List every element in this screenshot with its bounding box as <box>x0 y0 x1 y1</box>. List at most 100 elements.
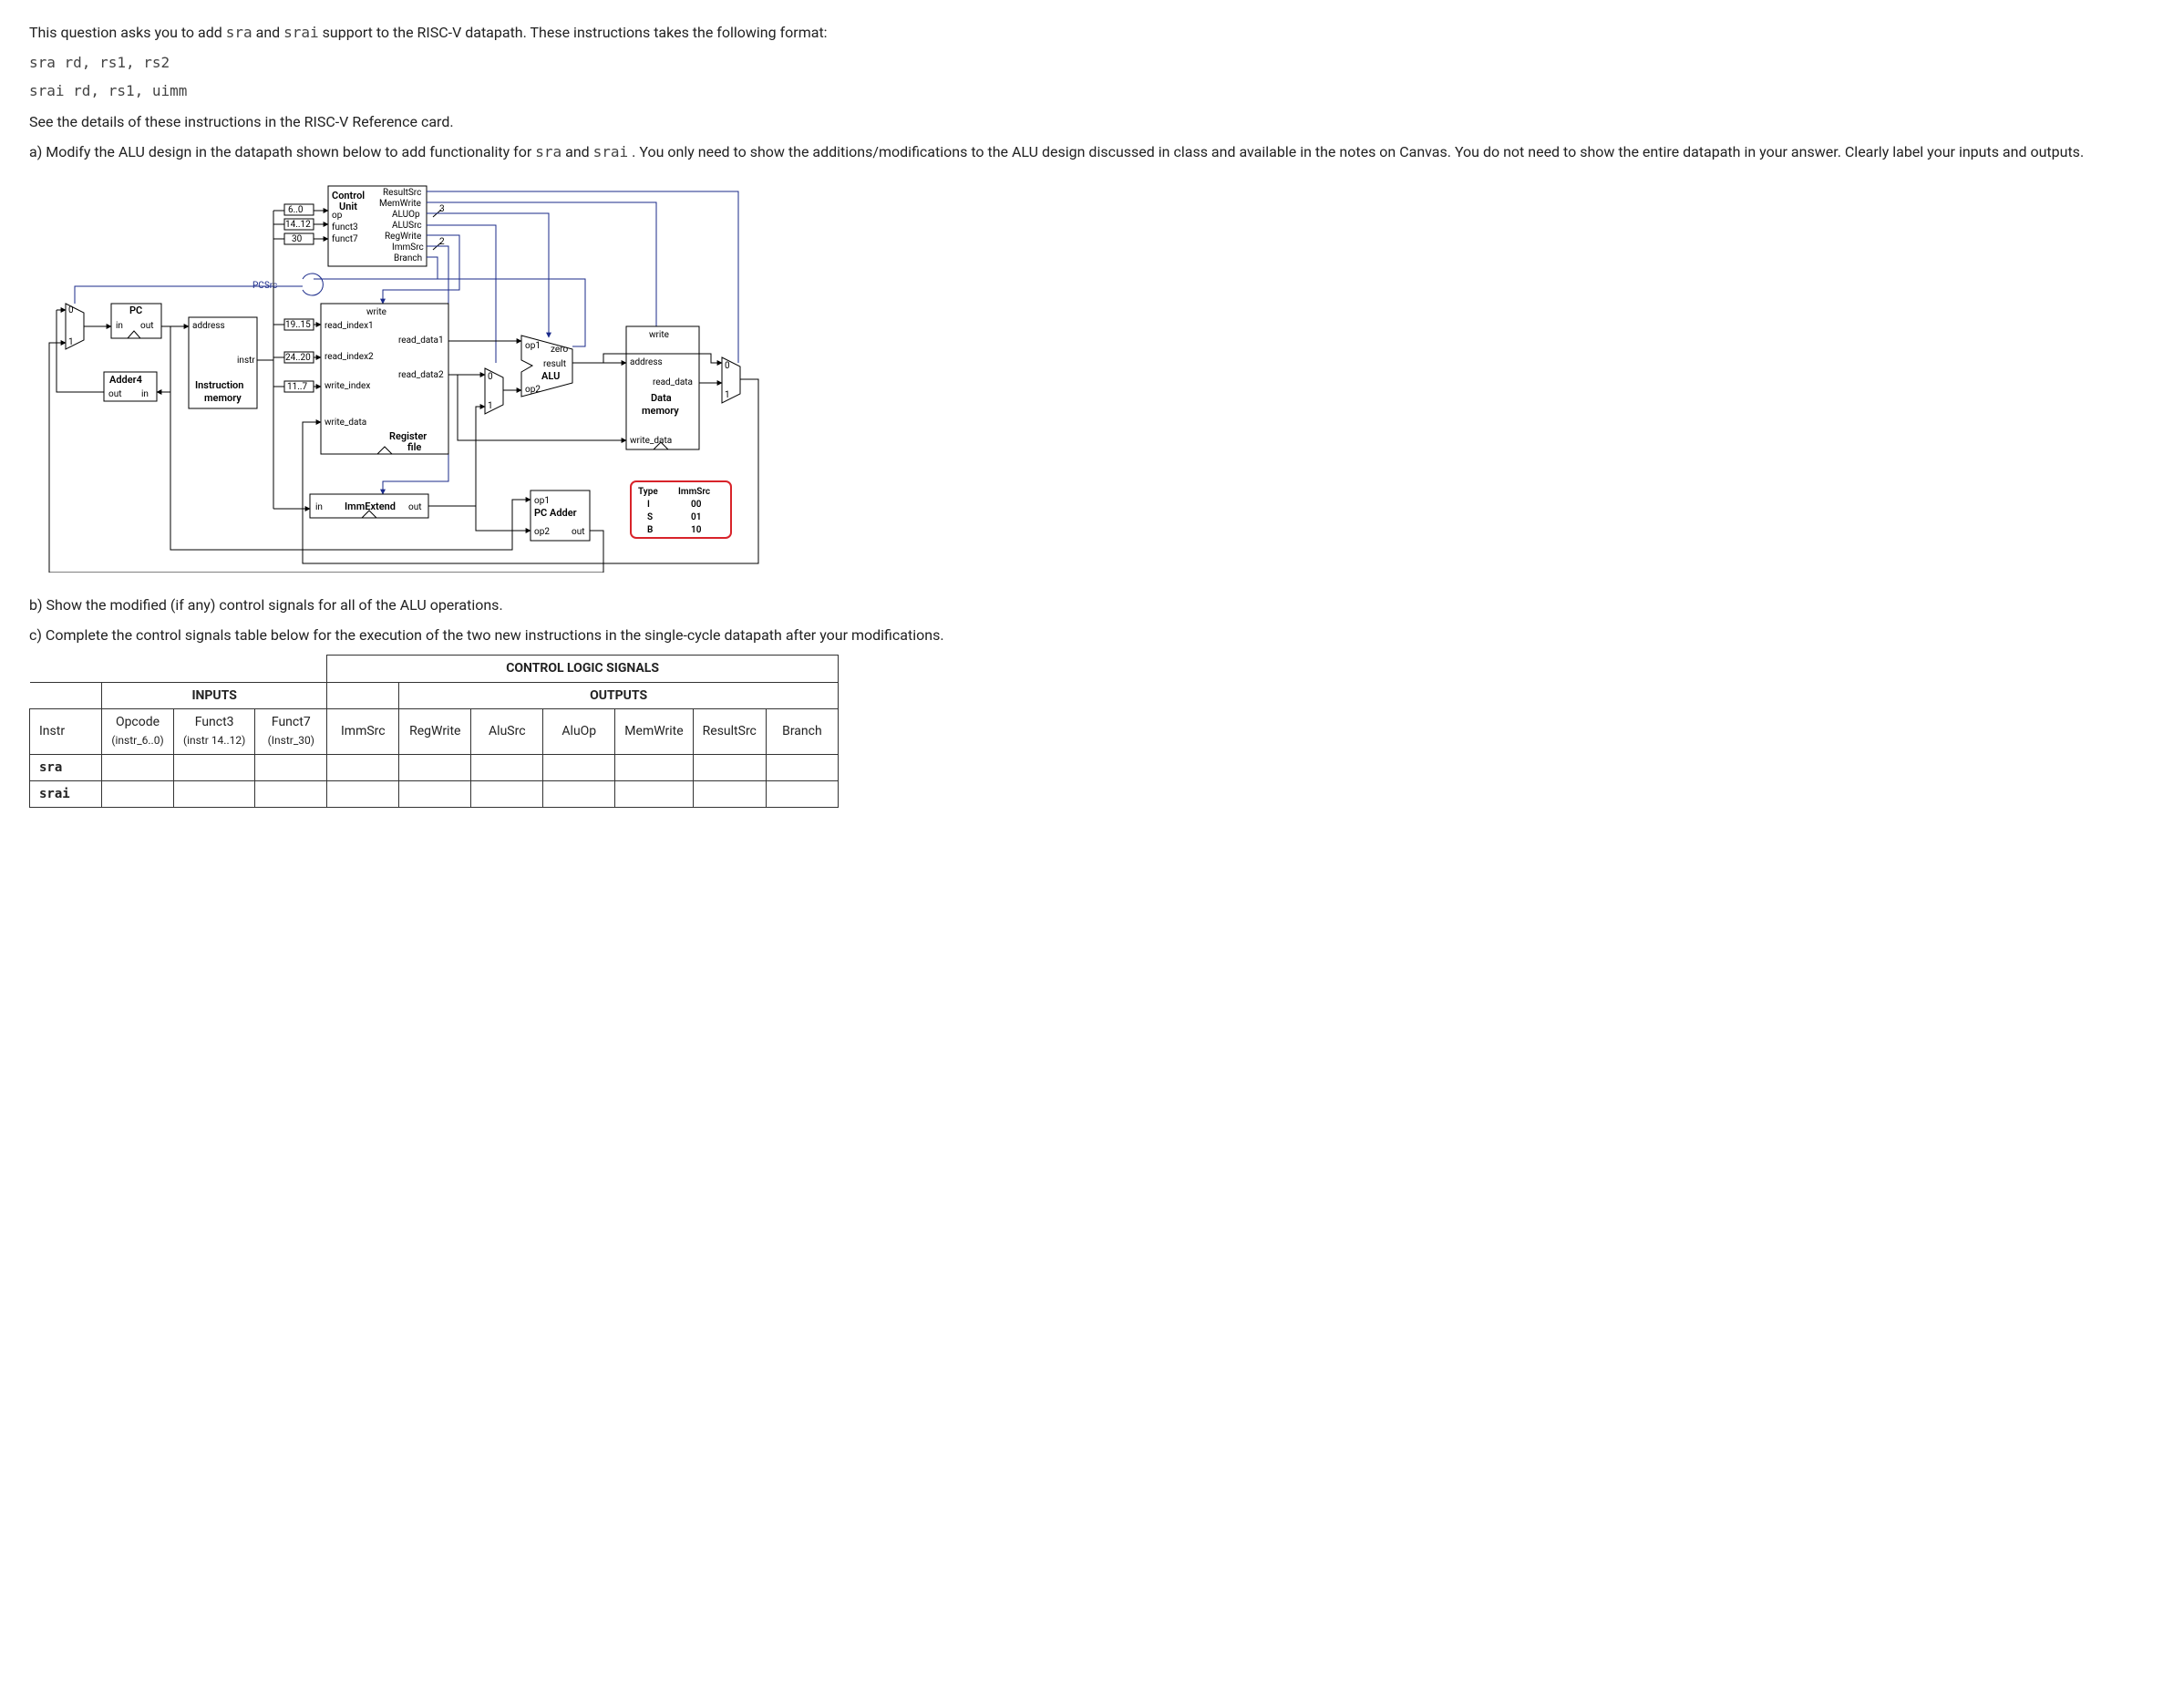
bits-24-20: 24..20 <box>285 353 311 363</box>
text: (instr 14..12) <box>183 734 245 747</box>
mux-result-0: 0 <box>725 361 730 371</box>
imem-t1: Instruction <box>195 379 243 391</box>
text: and <box>256 24 284 41</box>
rf-rd1: read_data1 <box>398 336 444 346</box>
alu-t: ALU <box>541 370 560 382</box>
cu-op: op <box>332 211 343 221</box>
mux-result-1: 1 <box>725 390 730 400</box>
rf-ri1: read_index1 <box>325 321 374 331</box>
cu-alusrc: ALUSrc <box>392 221 422 231</box>
bits-6-0: 6..0 <box>288 205 304 215</box>
cu-f7: funct7 <box>332 233 358 244</box>
rf-t2: file <box>407 441 421 453</box>
rf-rd2: read_data2 <box>398 370 444 380</box>
dmem-t2: memory <box>642 405 679 417</box>
alu-op1: op1 <box>525 341 541 351</box>
code-srai: srai <box>593 143 629 160</box>
cu-branch: Branch <box>394 253 422 263</box>
mux-pcsrc-0: 0 <box>68 305 74 315</box>
alu-result: result <box>543 359 566 369</box>
block-pc: PC <box>129 305 142 316</box>
bits-11-7: 11..7 <box>287 382 308 392</box>
text: Opcode <box>116 715 160 729</box>
pc-in: in <box>116 321 123 331</box>
code-line-srai: srai rd, rs1, uimm <box>29 80 2155 101</box>
col-branch: Branch <box>766 708 838 754</box>
imem-instr: instr <box>237 356 255 366</box>
datapath-diagram: PCSrc 0 1 PC in out Adder4 out in addres… <box>29 181 2155 573</box>
cu-resultsrc: ResultSrc <box>383 188 421 198</box>
table-row: sra <box>30 754 839 780</box>
intro-paragraph-2: See the details of these instructions in… <box>29 111 2155 132</box>
col-regwrite: RegWrite <box>399 708 471 754</box>
dmem-t1: Data <box>651 392 672 404</box>
alu-zero: zero <box>551 345 568 355</box>
imem-addr: address <box>192 321 225 331</box>
col-resultsrc: ResultSrc <box>693 708 766 754</box>
pcadder-out: out <box>572 527 585 537</box>
mux-alusrc-1: 1 <box>488 401 493 411</box>
pc-out: out <box>140 321 154 331</box>
pcadder-op2: op2 <box>534 527 550 537</box>
bus-3: 3 <box>439 204 445 214</box>
pcadder-t: PC Adder <box>534 507 577 519</box>
col-alusrc: AluSrc <box>471 708 543 754</box>
intro-paragraph-1: This question asks you to add sra and sr… <box>29 22 2155 43</box>
col-memwrite: MemWrite <box>615 708 693 754</box>
immsrc-h2: ImmSrc <box>678 487 710 497</box>
immsrc-r1b: 00 <box>691 500 702 510</box>
rf-ri2: read_index2 <box>325 352 374 362</box>
inputs-header: INPUTS <box>102 682 327 708</box>
row-srai: srai <box>30 780 102 807</box>
rf-write: write <box>366 307 386 317</box>
code-line-sra: sra rd, rs1, rs2 <box>29 52 2155 73</box>
alu-op2: op2 <box>525 385 541 395</box>
text: support to the RISC-V datapath. These in… <box>323 24 828 41</box>
text: Funct7 <box>272 715 311 729</box>
immsrc-h1: Type <box>638 487 658 497</box>
col-funct7: Funct7 (Instr_30) <box>255 708 327 754</box>
cu-memwrite: MemWrite <box>379 199 421 209</box>
bits-19-15: 19..15 <box>285 320 311 330</box>
row-sra: sra <box>30 754 102 780</box>
text: This question asks you to add <box>29 24 226 41</box>
cu-immsrc: ImmSrc <box>392 243 424 253</box>
text: and <box>565 143 593 160</box>
cu-regwrite: RegWrite <box>385 232 421 242</box>
immsrc-r2a: S <box>647 512 653 522</box>
immsrc-r3a: B <box>647 525 653 535</box>
imem-t2: memory <box>204 392 242 404</box>
part-a-text: a) Modify the ALU design in the datapath… <box>29 141 2155 162</box>
dmem-write: write <box>649 330 669 340</box>
table-title: CONTROL LOGIC SIGNALS <box>327 656 839 682</box>
block-adder4: Adder4 <box>109 374 142 386</box>
col-immsrc: ImmSrc <box>327 708 399 754</box>
bus-2: 2 <box>439 237 445 247</box>
bits-14-12: 14..12 <box>285 220 311 230</box>
mux-pcsrc-1: 1 <box>68 337 74 347</box>
text: (instr_6..0) <box>111 734 163 747</box>
col-opcode: Opcode (instr_6..0) <box>102 708 174 754</box>
code-sra: sra <box>535 143 561 160</box>
imme-in: in <box>315 502 323 512</box>
dmem-rd: read_data <box>653 377 693 387</box>
code-srai: srai <box>283 24 319 41</box>
text: Funct3 <box>195 715 234 729</box>
col-instr: Instr <box>30 708 102 754</box>
rf-wi: write_index <box>325 381 370 391</box>
adder4-in: in <box>141 389 149 399</box>
text: a) Modify the ALU design in the datapath… <box>29 143 535 160</box>
rf-wd: write_data <box>325 418 366 428</box>
imme-t: ImmExtend <box>345 501 396 512</box>
bits-30: 30 <box>292 234 303 244</box>
immsrc-r1a: I <box>647 500 650 510</box>
imme-out: out <box>408 502 422 512</box>
pcadder-op1: op1 <box>534 496 550 506</box>
col-funct3: Funct3 (instr 14..12) <box>174 708 255 754</box>
dmem-addr: address <box>630 357 663 367</box>
part-c-text: c) Complete the control signals table be… <box>29 625 2155 645</box>
text: . You only need to show the additions/mo… <box>632 143 2084 160</box>
immsrc-r3b: 10 <box>691 525 702 535</box>
immsrc-r2b: 01 <box>691 512 701 522</box>
table-row: srai <box>30 780 839 807</box>
